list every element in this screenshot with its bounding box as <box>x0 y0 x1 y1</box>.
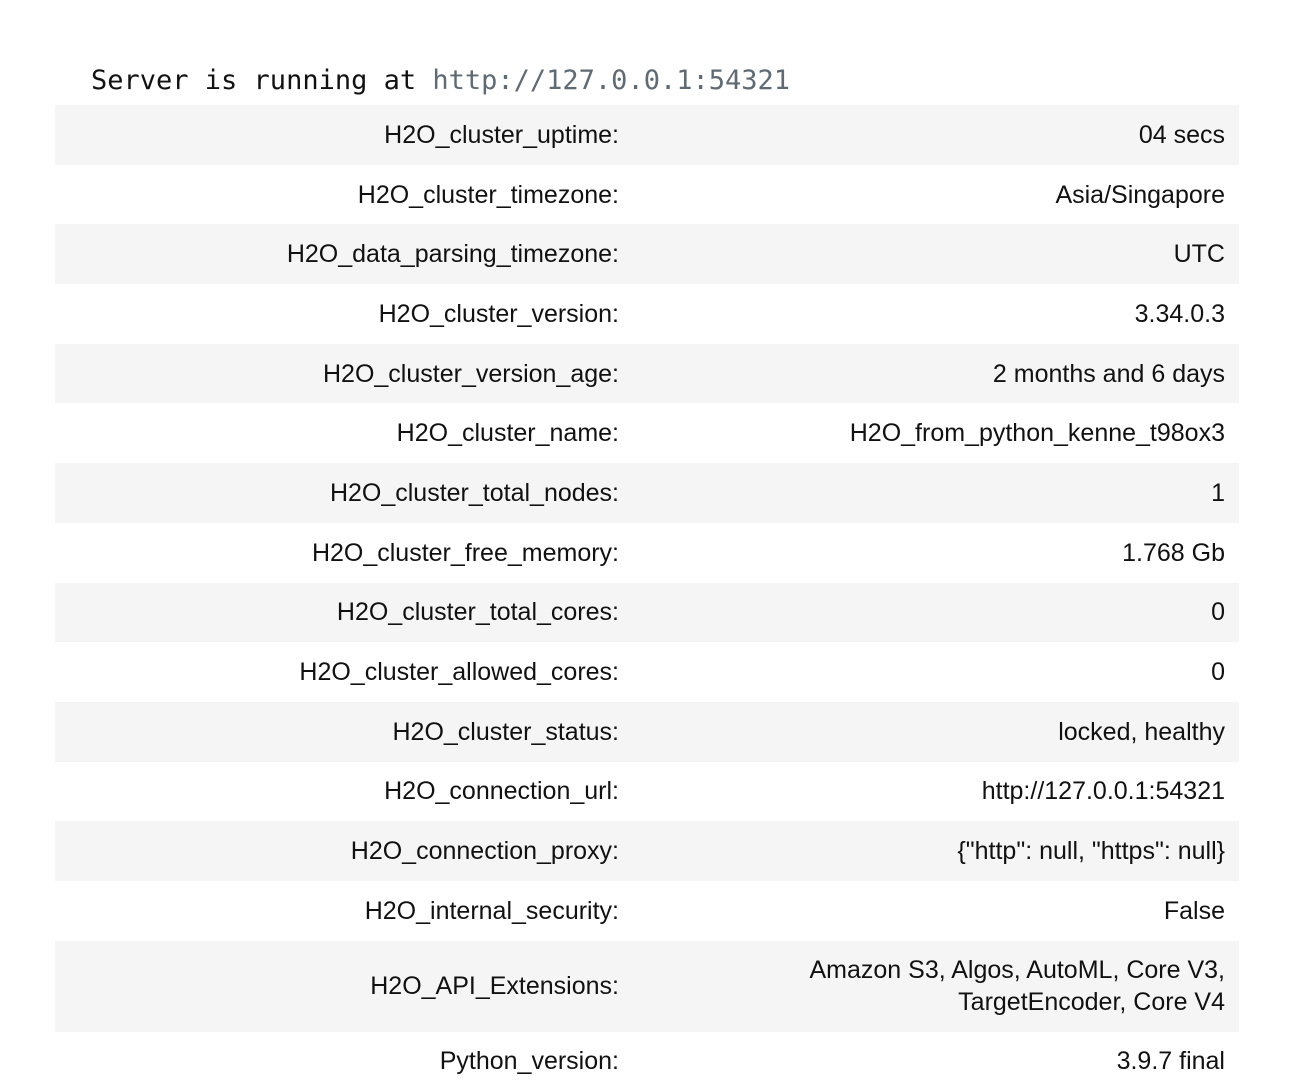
table-row: H2O_API_Extensions: Amazon S3, Algos, Au… <box>55 940 1239 1032</box>
table-row: H2O_cluster_status: locked, healthy <box>55 701 1239 762</box>
server-url: http://127.0.0.1:54321 <box>432 65 790 96</box>
row-key: H2O_data_parsing_timezone: <box>286 240 619 269</box>
row-key: H2O_connection_proxy: <box>350 837 619 866</box>
table-row: H2O_cluster_version: 3.34.0.3 <box>55 284 1239 344</box>
row-key: H2O_cluster_total_cores: <box>336 598 619 627</box>
row-key: H2O_cluster_uptime: <box>384 120 619 149</box>
table-row: H2O_cluster_free_memory: 1.768 Gb <box>55 522 1239 583</box>
table-row: H2O_connection_proxy: {"http": null, "ht… <box>55 821 1239 881</box>
row-key: H2O_cluster_total_nodes: <box>329 478 619 507</box>
row-value: locked, healthy <box>1058 717 1225 746</box>
row-value: UTC <box>1173 240 1225 269</box>
table-row: H2O_cluster_version_age: 2 months and 6 … <box>55 343 1239 404</box>
row-key: H2O_cluster_allowed_cores: <box>299 658 619 687</box>
row-value: {"http": null, "https": null} <box>957 837 1225 866</box>
row-value-line: TargetEncoder, Core V4 <box>958 988 1225 1017</box>
table-row: H2O_data_parsing_timezone: UTC <box>55 224 1239 285</box>
row-value: 1.768 Gb <box>1122 538 1225 567</box>
server-running-text: Server is running at <box>91 65 433 96</box>
row-key: H2O_cluster_version_age: <box>323 359 619 388</box>
table-row: H2O_cluster_timezone: Asia/Singapore <box>55 164 1239 225</box>
row-key: H2O_internal_security: <box>364 896 619 925</box>
table-row: H2O_cluster_allowed_cores: 0 <box>55 642 1239 702</box>
table-row: H2O_cluster_total_cores: 0 <box>55 582 1239 643</box>
row-value: H2O_from_python_kenne_t98ox3 <box>849 419 1225 448</box>
table-row: H2O_internal_security: False <box>55 880 1239 941</box>
server-running-line: Server is running at http://127.0.0.1:54… <box>55 62 1285 100</box>
row-value: 04 secs <box>1138 120 1225 149</box>
row-key: H2O_cluster_status: <box>392 717 620 746</box>
row-value: Amazon S3, Algos, AutoML, Core V3, Targe… <box>625 941 1239 1032</box>
table-row: H2O_connection_url: http://127.0.0.1:543… <box>55 761 1239 822</box>
table-row: H2O_cluster_total_nodes: 1 <box>55 463 1239 523</box>
table-row: H2O_cluster_uptime: 04 secs <box>55 105 1239 165</box>
row-key: H2O_cluster_timezone: <box>357 180 619 209</box>
row-key: H2O_connection_url: <box>384 777 619 806</box>
row-value: 3.9.7 final <box>1116 1047 1225 1076</box>
row-value-line: Amazon S3, Algos, AutoML, Core V3, <box>809 956 1225 985</box>
row-value: 3.34.0.3 <box>1134 299 1225 328</box>
cluster-info-table: H2O_cluster_uptime: 04 secs H2O_cluster_… <box>55 105 1239 1091</box>
row-key: H2O_cluster_name: <box>396 419 619 448</box>
row-value: Asia/Singapore <box>1055 180 1225 209</box>
row-value: 0 <box>1211 658 1225 687</box>
row-value: http://127.0.0.1:54321 <box>981 777 1225 806</box>
table-row: H2O_cluster_name: H2O_from_python_kenne_… <box>55 403 1239 464</box>
row-key: H2O_cluster_version: <box>378 299 619 328</box>
row-value: False <box>1163 896 1225 925</box>
table-row: Python_version: 3.9.7 final <box>55 1031 1239 1091</box>
row-key: Python_version: <box>439 1047 619 1076</box>
row-value: 1 <box>1211 478 1225 507</box>
row-value: 2 months and 6 days <box>992 359 1225 388</box>
row-value: 0 <box>1211 598 1225 627</box>
row-key: H2O_API_Extensions: <box>370 972 619 1001</box>
row-key: H2O_cluster_free_memory: <box>311 538 619 567</box>
